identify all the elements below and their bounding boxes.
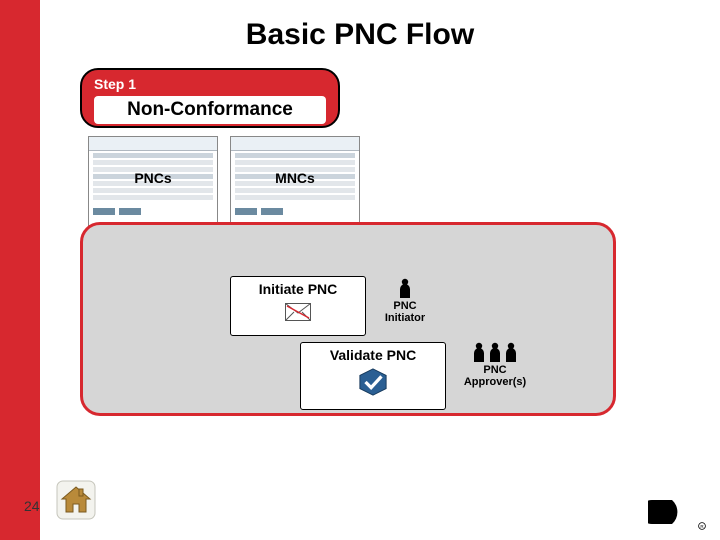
initiate-pnc-label: Initiate PNC	[259, 281, 338, 297]
page-number: 24	[24, 498, 40, 514]
brand-side-bar	[0, 0, 40, 540]
page-title: Basic PNC Flow	[0, 18, 720, 52]
validate-pnc-label: Validate PNC	[330, 347, 416, 363]
check-badge-icon	[354, 367, 392, 397]
actor-approvers-label: PNC Approver(s)	[450, 364, 540, 388]
slide: Basic PNC Flow Step 1 Non-Conformance PN…	[0, 0, 720, 540]
actor-pnc-initiator: PNC Initiator	[370, 278, 440, 324]
thumbnail-caption-mncs: MNCs	[230, 170, 360, 186]
initiate-pnc-node: Initiate PNC	[230, 276, 366, 336]
step-title: Non-Conformance	[94, 96, 326, 124]
people-icon	[450, 342, 540, 362]
home-button[interactable]	[56, 480, 96, 520]
envelope-icon	[285, 303, 311, 321]
step-header-box: Step 1 Non-Conformance	[80, 68, 340, 128]
thumbnail-caption-pncs: PNCs	[88, 170, 218, 186]
validate-pnc-node: Validate PNC	[300, 342, 446, 410]
cummins-logo-icon: R	[648, 486, 706, 532]
step-number-label: Step 1	[94, 76, 136, 92]
actor-pnc-approvers: PNC Approver(s)	[450, 342, 540, 388]
person-icon	[370, 278, 440, 298]
home-icon	[56, 480, 96, 520]
actor-initiator-label: PNC Initiator	[370, 300, 440, 324]
